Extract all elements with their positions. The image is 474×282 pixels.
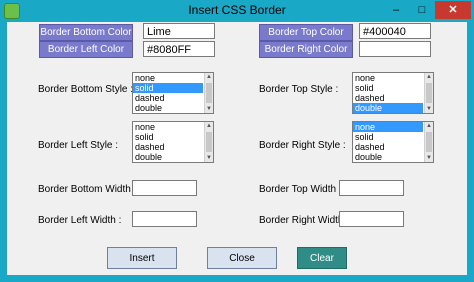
border-bottom-color-button[interactable]: Border Bottom Color xyxy=(39,24,133,41)
border-bottom-style-label: Border Bottom Style : xyxy=(38,84,134,95)
border-right-color-field[interactable] xyxy=(359,41,431,57)
border-top-color-field[interactable]: #400040 xyxy=(359,23,431,39)
list-item[interactable]: dashed xyxy=(133,93,203,103)
list-item[interactable]: double xyxy=(133,103,203,113)
close-button[interactable]: Close xyxy=(207,247,277,269)
clear-button[interactable]: Clear xyxy=(297,247,347,269)
list-item[interactable]: double xyxy=(353,152,423,162)
list-item[interactable]: double xyxy=(353,103,423,113)
dialog-window: Insert CSS Border – □ ✕ Border Bottom Co… xyxy=(0,0,474,282)
scroll-down-icon[interactable]: ▼ xyxy=(425,105,433,113)
list-item[interactable]: solid xyxy=(133,83,203,93)
list-item[interactable]: none xyxy=(133,73,203,83)
scroll-down-icon[interactable]: ▼ xyxy=(205,105,213,113)
title-bar[interactable]: Insert CSS Border – □ ✕ xyxy=(0,0,474,22)
border-bottom-style-list[interactable]: none solid dashed double ▲ ▼ xyxy=(132,72,214,114)
border-right-width-field[interactable] xyxy=(339,211,404,227)
scroll-up-icon[interactable]: ▲ xyxy=(205,122,213,130)
border-top-width-label: Border Top Width : xyxy=(259,184,342,195)
close-window-button[interactable]: ✕ xyxy=(435,1,471,19)
border-right-style-list[interactable]: none solid dashed double ▲ ▼ xyxy=(352,121,434,163)
border-top-color-button[interactable]: Border Top Color xyxy=(259,24,353,41)
dialog-client-area: Border Bottom Color Lime Border Top Colo… xyxy=(7,22,467,275)
scrollbar[interactable]: ▲ ▼ xyxy=(424,73,433,113)
border-top-width-field[interactable] xyxy=(339,180,404,196)
list-item[interactable]: dashed xyxy=(353,142,423,152)
scroll-up-icon[interactable]: ▲ xyxy=(205,73,213,81)
scrollbar[interactable]: ▲ ▼ xyxy=(204,73,213,113)
list-item[interactable]: double xyxy=(133,152,203,162)
list-item[interactable]: solid xyxy=(353,132,423,142)
border-bottom-color-field[interactable]: Lime xyxy=(143,23,215,39)
border-right-width-label: Border Right Width : xyxy=(259,215,350,226)
border-bottom-width-label: Border Bottom Width : xyxy=(38,184,137,195)
scrollbar[interactable]: ▲ ▼ xyxy=(424,122,433,162)
maximize-button[interactable]: □ xyxy=(409,1,435,19)
minimize-button[interactable]: – xyxy=(383,1,409,19)
border-left-width-label: Border Left Width : xyxy=(38,215,122,226)
border-bottom-width-field[interactable] xyxy=(132,180,197,196)
border-left-style-list[interactable]: none solid dashed double ▲ ▼ xyxy=(132,121,214,163)
scroll-thumb[interactable] xyxy=(426,83,432,103)
scroll-thumb[interactable] xyxy=(206,132,212,152)
scrollbar[interactable]: ▲ ▼ xyxy=(204,122,213,162)
scroll-up-icon[interactable]: ▲ xyxy=(425,73,433,81)
scroll-down-icon[interactable]: ▼ xyxy=(205,154,213,162)
list-item[interactable]: dashed xyxy=(133,142,203,152)
border-left-width-field[interactable] xyxy=(132,211,197,227)
border-top-style-label: Border Top Style : xyxy=(259,84,339,95)
insert-button[interactable]: Insert xyxy=(107,247,177,269)
list-item[interactable]: none xyxy=(133,122,203,132)
border-left-color-button[interactable]: Border Left Color xyxy=(39,41,133,58)
border-top-style-list[interactable]: none solid dashed double ▲ ▼ xyxy=(352,72,434,114)
border-right-style-label: Border Right Style : xyxy=(259,140,346,151)
list-item[interactable]: none xyxy=(353,122,423,132)
scroll-thumb[interactable] xyxy=(206,83,212,103)
scroll-down-icon[interactable]: ▼ xyxy=(425,154,433,162)
list-item[interactable]: solid xyxy=(353,83,423,93)
border-left-color-field[interactable]: #8080FF xyxy=(143,41,215,57)
list-item[interactable]: solid xyxy=(133,132,203,142)
scroll-thumb[interactable] xyxy=(426,132,432,152)
list-item[interactable]: none xyxy=(353,73,423,83)
scroll-up-icon[interactable]: ▲ xyxy=(425,122,433,130)
border-left-style-label: Border Left Style : xyxy=(38,140,119,151)
border-right-color-button[interactable]: Border Right Color xyxy=(259,41,353,58)
list-item[interactable]: dashed xyxy=(353,93,423,103)
